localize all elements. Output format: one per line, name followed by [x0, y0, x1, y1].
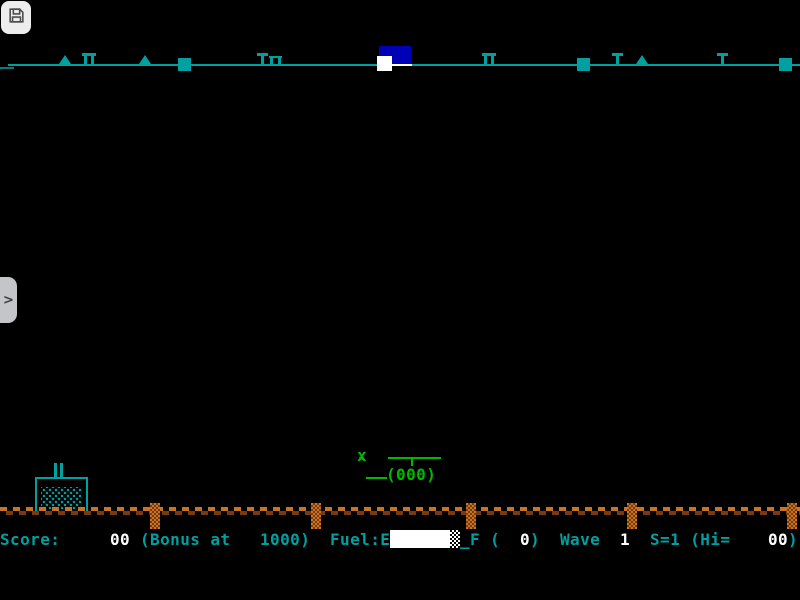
tee-blip [717, 53, 728, 65]
fence-post [627, 503, 637, 529]
depot-chimney [54, 463, 57, 478]
status-segment: S=1 (Hi= [650, 529, 730, 550]
status-segment: 1 [620, 529, 630, 550]
chevron-right-icon: > [3, 293, 14, 308]
status-bar: Score: 00 (Bonus at 1000) Fuel:E _F ( 0) Wave 1S… [0, 529, 800, 550]
fence-post [466, 503, 476, 529]
craft-body: (000) [386, 467, 436, 483]
tee-blip [257, 53, 268, 65]
depot-chimney [60, 463, 63, 478]
fence-post [150, 503, 160, 529]
pi-blip [269, 56, 282, 64]
square-blip [577, 58, 590, 71]
fence-post [311, 503, 321, 529]
status-segment: ) [788, 529, 798, 550]
square-blip [178, 58, 191, 71]
triangle-blip [139, 55, 151, 64]
scanner-player-underline [392, 64, 412, 66]
save-button[interactable] [1, 1, 31, 34]
craft-rotor-mast [411, 459, 413, 466]
status-segment: Fuel:E [330, 529, 390, 550]
sidebar-open-handle[interactable]: > [0, 277, 17, 323]
status-segment: ) [530, 529, 540, 550]
status-segment: Wave [560, 529, 600, 550]
status-segment: _F ( [460, 529, 500, 550]
scanner-terrain-stub [0, 67, 14, 69]
status-segment: 1000) [260, 529, 310, 550]
gate-blip [82, 53, 96, 64]
square-blip [779, 58, 792, 71]
save-icon [7, 6, 26, 29]
gate-blip [482, 53, 496, 64]
triangle-blip [59, 55, 71, 64]
fence-post [787, 503, 797, 529]
triangle-blip [636, 55, 648, 64]
status-segment: 0 [520, 529, 530, 550]
fuel-depot [35, 477, 88, 511]
tee-blip [612, 53, 623, 65]
craft-tail-boom [366, 477, 387, 479]
scanner-player-cursor [377, 56, 392, 71]
status-segment: 00 [110, 529, 130, 550]
craft-tail: ` [357, 458, 368, 474]
ground-strip [0, 507, 800, 515]
status-segment: Score: [0, 529, 60, 550]
status-segment: (Bonus at [140, 529, 230, 550]
status-segment: 00 [768, 529, 788, 550]
game-screen: > x ` (000) Score:00(Bonus at1000)Fuel:E… [0, 0, 800, 600]
craft-rotor-line [388, 457, 441, 459]
